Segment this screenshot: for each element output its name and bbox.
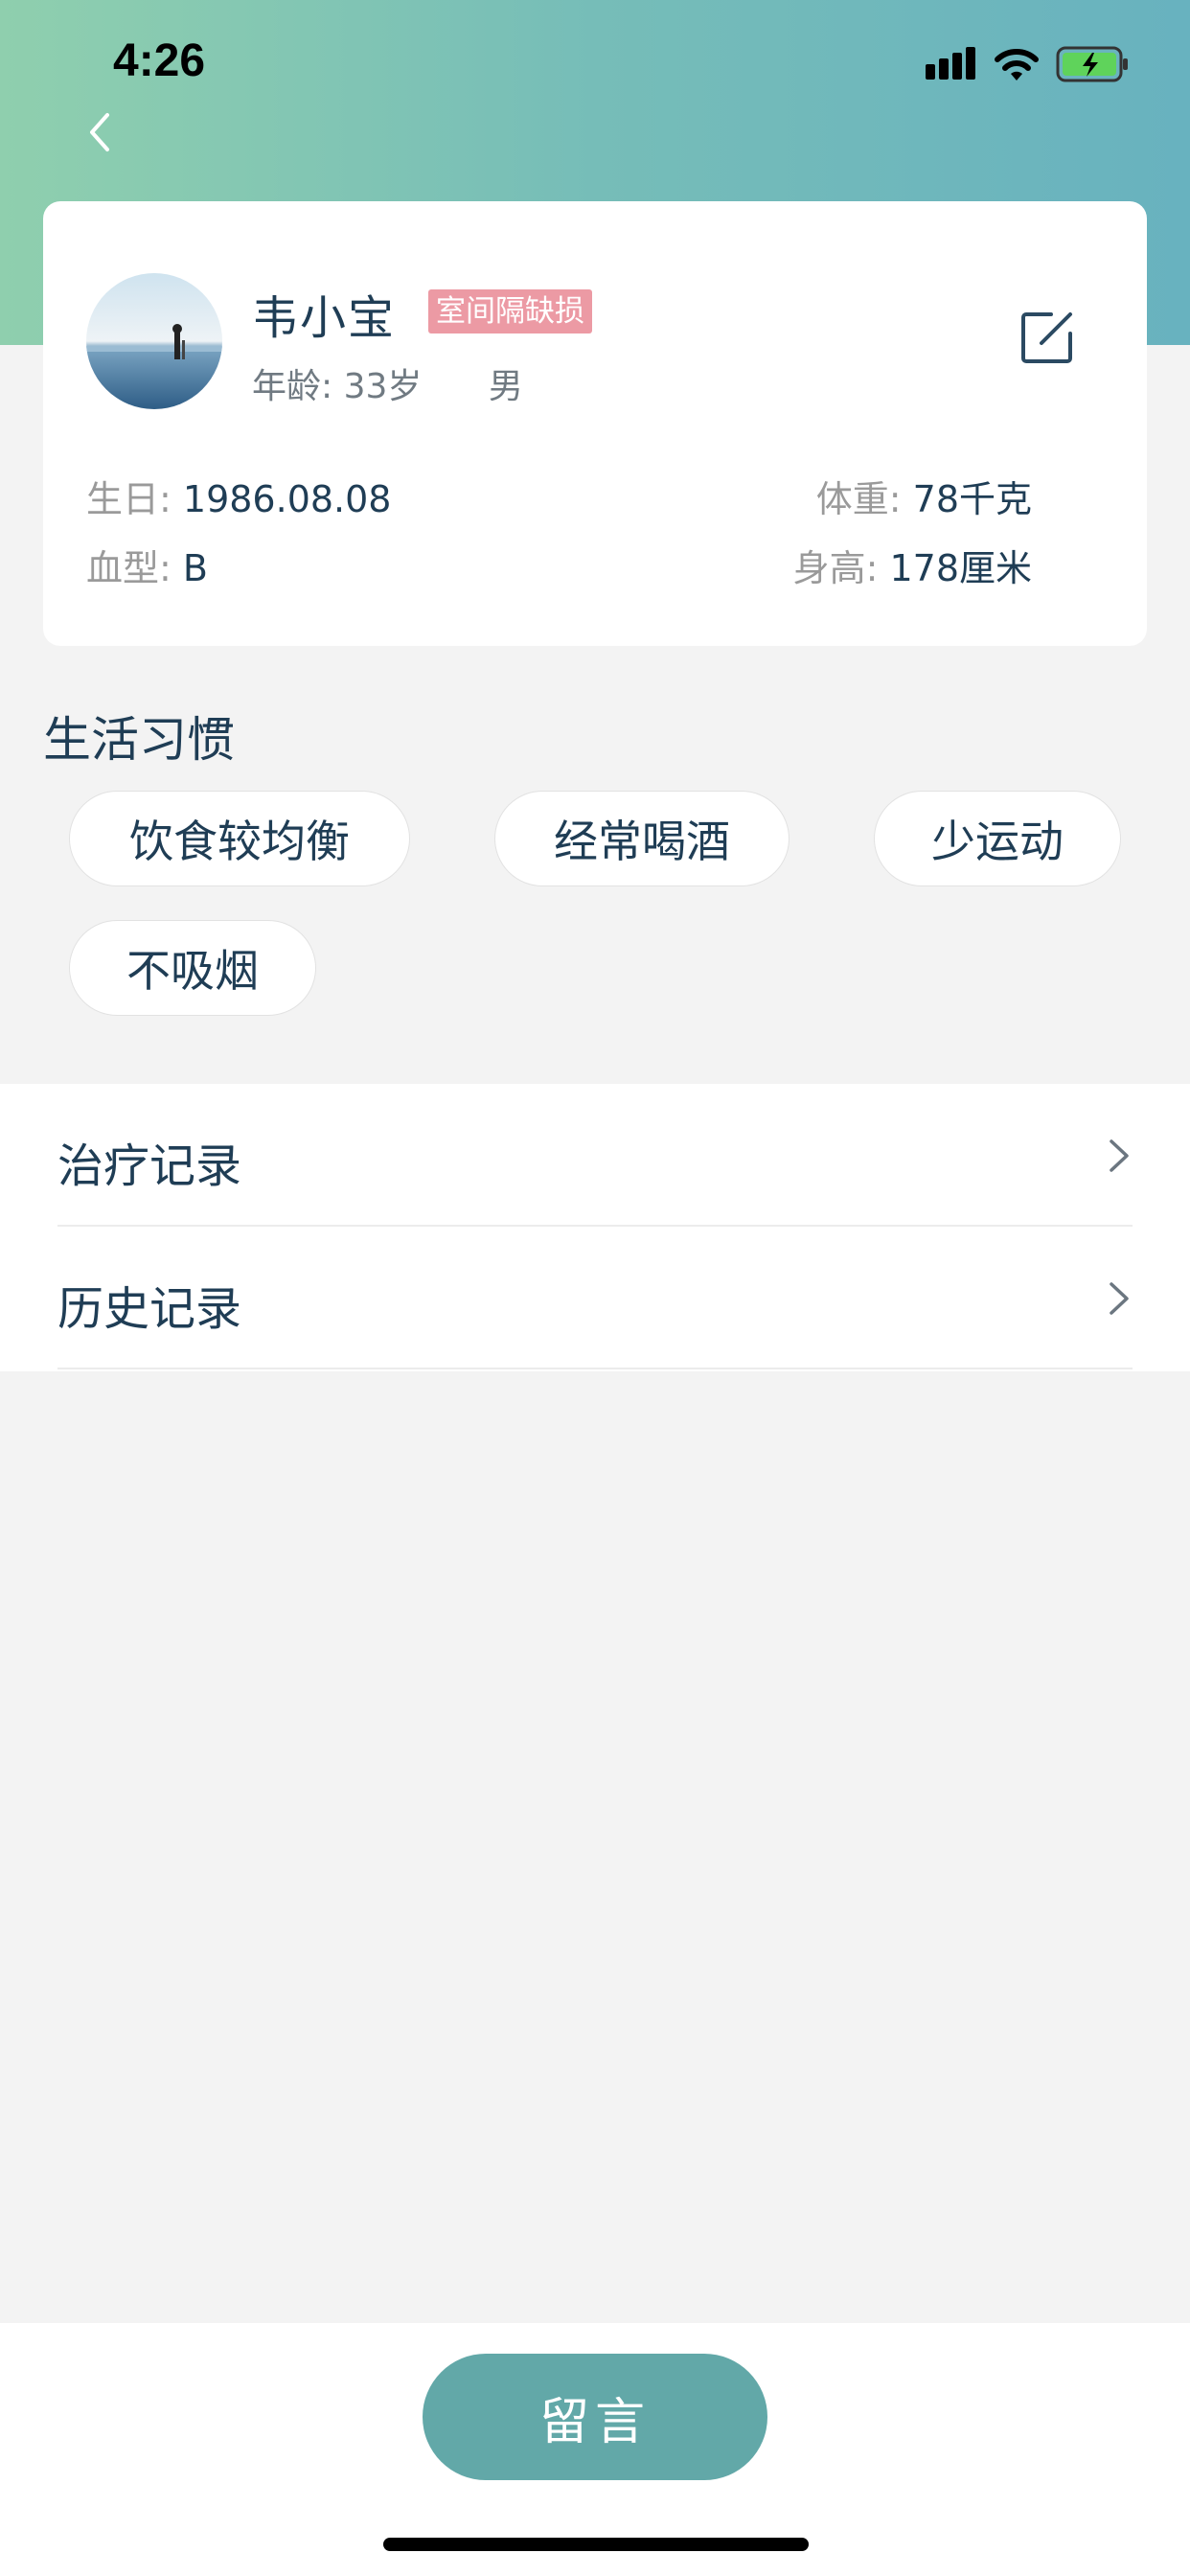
avatar — [86, 273, 222, 409]
chevron-left-icon — [90, 113, 109, 151]
bottom-bar: 留言 — [0, 2323, 1190, 2576]
chevron-right-icon — [1110, 1282, 1129, 1315]
wifi-icon — [995, 49, 1039, 80]
avatar-image — [86, 273, 222, 409]
cellular-signal-icon — [926, 47, 975, 80]
blood-type-label: 血型: — [86, 547, 172, 589]
menu-item-treatment-records[interactable]: 治疗记录 — [57, 1084, 1133, 1227]
weight-value: 78千克 — [912, 478, 1032, 520]
profile-card: 韦小宝 室间隔缺损 年龄: 33岁 男 生日: 1986.08.08 血型: B… — [43, 201, 1147, 646]
blood-type-value: B — [182, 547, 208, 589]
home-indicator — [383, 2538, 809, 2551]
habit-chip: 经常喝酒 — [494, 791, 790, 886]
habit-chip: 少运动 — [874, 791, 1121, 886]
status-time: 4:26 — [113, 35, 206, 86]
menu-item-label: 治疗记录 — [57, 1139, 242, 1193]
battery-charging-icon — [1056, 46, 1128, 82]
age-value: 33岁 — [343, 367, 423, 406]
records-menu: 治疗记录 历史记录 — [0, 1084, 1190, 1371]
patient-name: 韦小宝 — [252, 291, 397, 345]
weight-label: 体重: — [815, 478, 902, 520]
blood-type-row: 血型: B — [86, 539, 208, 591]
leave-message-button[interactable]: 留言 — [423, 2354, 767, 2480]
back-button[interactable] — [77, 104, 125, 161]
age-label: 年龄: — [252, 367, 333, 406]
habits-title: 生活习惯 — [43, 712, 235, 768]
chevron-right-icon — [1110, 1139, 1129, 1172]
birthday-row: 生日: 1986.08.08 — [86, 470, 391, 522]
menu-item-history-records[interactable]: 历史记录 — [57, 1227, 1133, 1369]
patient-profile-page: 4:26 韦小宝 室间隔缺损 年龄: 33岁 男 生日: 1986.08.08 … — [0, 0, 1190, 2576]
habit-chip: 不吸烟 — [69, 920, 316, 1016]
height-label: 身高: — [792, 547, 879, 589]
status-bar: 4:26 — [0, 0, 1190, 125]
diagnosis-tag: 室间隔缺损 — [428, 289, 592, 334]
habit-chip: 饮食较均衡 — [69, 791, 410, 886]
gender-value: 男 — [488, 367, 523, 406]
edit-button[interactable] — [1018, 309, 1076, 366]
edit-icon — [1021, 312, 1072, 363]
menu-item-label: 历史记录 — [57, 1282, 242, 1336]
birthday-label: 生日: — [86, 478, 172, 520]
height-value: 178厘米 — [889, 547, 1032, 589]
status-icons — [926, 44, 1131, 84]
age-gender-line: 年龄: 33岁 男 — [252, 358, 523, 408]
weight-row: 体重: 78千克 — [816, 470, 1032, 522]
height-row: 身高: 178厘米 — [793, 539, 1032, 591]
birthday-value: 1986.08.08 — [182, 478, 392, 520]
